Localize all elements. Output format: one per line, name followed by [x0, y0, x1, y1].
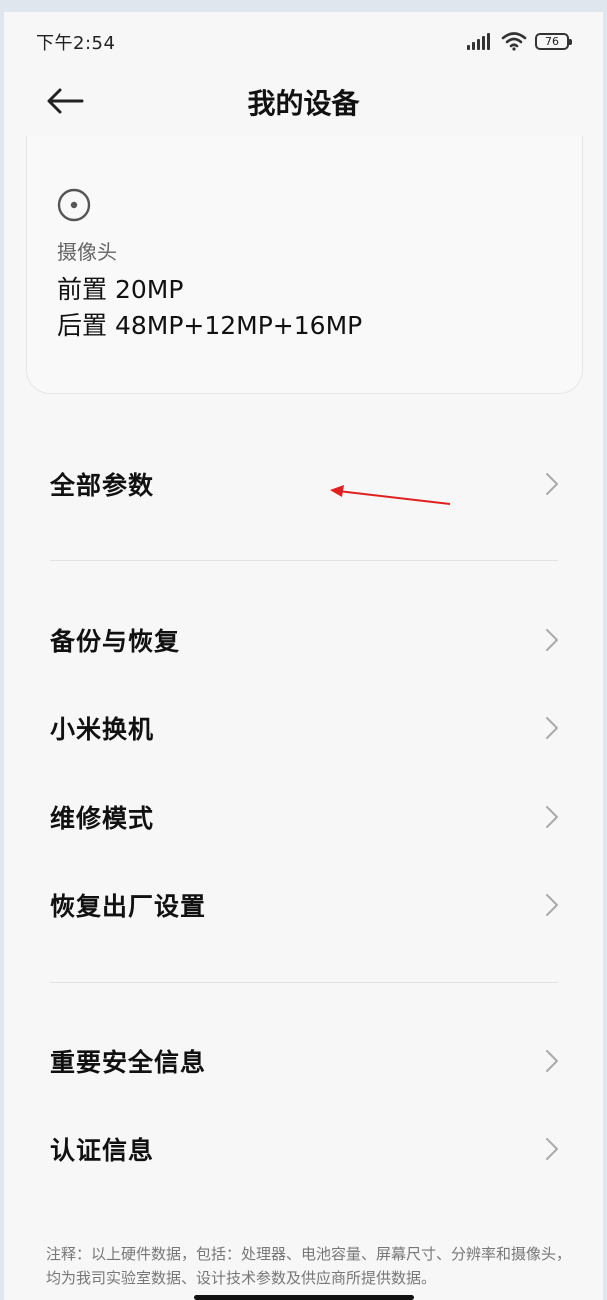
row-label-backup-restore: 备份与恢复 [50, 627, 181, 656]
red-annotation-arrow [330, 485, 451, 505]
row-label-certification: 认证信息 [50, 1136, 155, 1165]
row-label-factory-reset: 恢复出厂设置 [50, 892, 207, 921]
chevron-right-icon [546, 717, 558, 739]
row-factory-reset[interactable]: 恢复出厂设置 [4, 865, 603, 945]
page-title: 我的设备 [247, 87, 360, 120]
battery-level: 76 [545, 34, 559, 48]
status-icons: 76 [467, 30, 572, 52]
row-mi-mover[interactable]: 小米换机 [4, 688, 603, 768]
camera-label: 摄像头 [57, 240, 117, 264]
status-time: 下午2:54 [36, 33, 116, 54]
row-backup-restore[interactable]: 备份与恢复 [4, 600, 603, 680]
row-label-mi-mover: 小米换机 [50, 715, 155, 744]
header: 我的设备 [4, 68, 603, 144]
divider [50, 982, 558, 983]
row-label-repair-mode: 维修模式 [50, 804, 155, 833]
camera-card: 摄像头 前置 20MP 后置 48MP+12MP+16MP [26, 136, 583, 394]
wifi-icon [501, 31, 527, 51]
phone-screen: 下午2:54 76 我的设备 摄像头 前置 20MP 后置 48MP+12MP+… [4, 12, 603, 1300]
battery-icon: 76 [535, 32, 572, 50]
divider [50, 560, 558, 561]
row-certification[interactable]: 认证信息 [4, 1109, 603, 1189]
row-all-params[interactable]: 全部参数 [4, 444, 603, 524]
chevron-right-icon [546, 1138, 558, 1160]
camera-front-spec: 前置 20MP [57, 275, 184, 304]
row-safety-info[interactable]: 重要安全信息 [4, 1021, 603, 1101]
chevron-right-icon [546, 894, 558, 916]
chevron-right-icon [546, 473, 558, 495]
row-label-all-params: 全部参数 [50, 471, 155, 500]
chevron-right-icon [546, 806, 558, 828]
camera-rear-spec: 后置 48MP+12MP+16MP [57, 311, 363, 340]
footnote: 注释：以上硬件数据，包括：处理器、电池容量、屏幕尺寸、分辨率和摄像头，均为我司实… [46, 1245, 572, 1287]
row-label-safety-info: 重要安全信息 [50, 1048, 207, 1077]
chevron-right-icon [546, 1050, 558, 1072]
status-bar: 下午2:54 76 [4, 12, 603, 68]
camera-lens-icon [57, 188, 91, 222]
home-indicator[interactable] [194, 1295, 414, 1300]
signal-icon [467, 32, 493, 50]
chevron-right-icon [546, 629, 558, 651]
row-repair-mode[interactable]: 维修模式 [4, 777, 603, 857]
